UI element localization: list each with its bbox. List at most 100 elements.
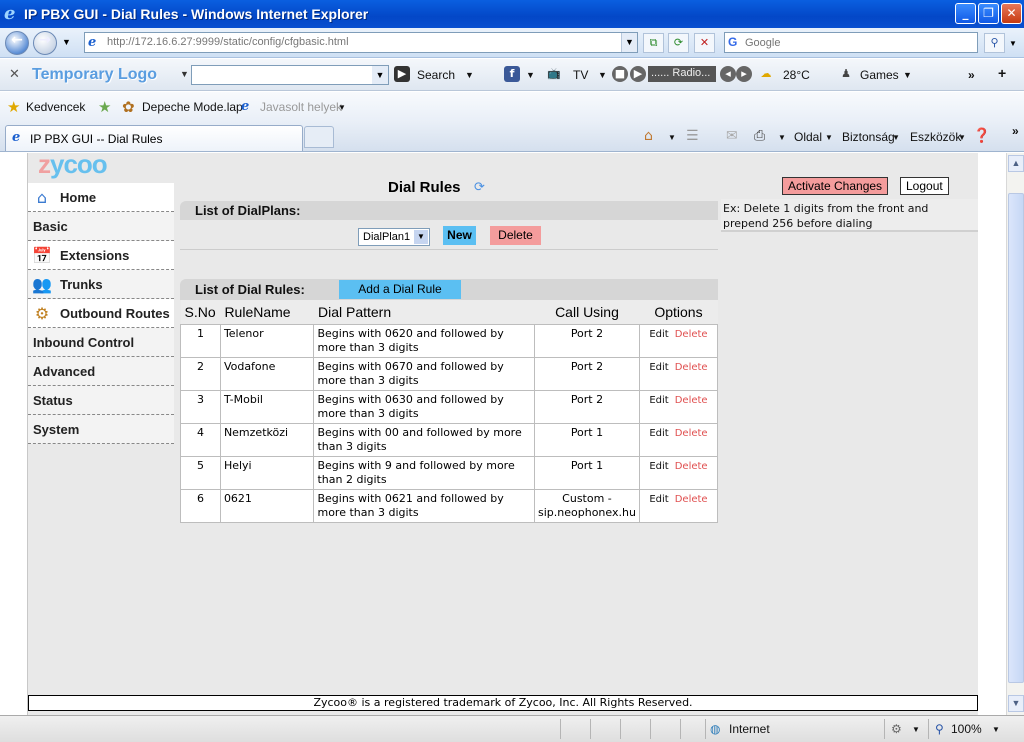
favorites-star-icon[interactable]: ★: [7, 98, 20, 116]
zoom-dropdown-icon[interactable]: ▼: [992, 725, 1000, 734]
sidebar-item-basic[interactable]: Basic: [28, 212, 174, 241]
protected-mode-icon[interactable]: ⚙: [891, 722, 902, 736]
favorite-link-depeche[interactable]: Depeche Mode.lap: [142, 100, 243, 114]
search-dropdown-icon[interactable]: ▼: [465, 70, 474, 80]
scroll-thumb[interactable]: [1008, 193, 1024, 683]
add-favorite-icon[interactable]: ★: [98, 98, 111, 116]
search-field[interactable]: G: [724, 32, 978, 53]
print-icon[interactable]: ⎙: [754, 128, 765, 144]
zoom-icon: ⚲: [935, 722, 944, 736]
games-dropdown-icon[interactable]: ▼: [903, 70, 912, 80]
edit-link[interactable]: Edit: [649, 461, 668, 472]
search-input[interactable]: [745, 34, 975, 51]
stop-icon[interactable]: ✕: [694, 33, 715, 53]
add-dial-rule-button[interactable]: Add a Dial Rule: [339, 280, 461, 299]
toolbar-close-icon[interactable]: ✕: [9, 67, 20, 82]
minimize-button[interactable]: _: [955, 3, 976, 24]
toolbar-search-input[interactable]: ▼: [191, 65, 389, 85]
activate-changes-button[interactable]: Activate Changes: [782, 177, 889, 195]
history-dropdown-icon[interactable]: ▼: [62, 37, 71, 47]
toolbar-add-icon[interactable]: +: [998, 65, 1006, 81]
edit-link[interactable]: Edit: [649, 494, 668, 505]
tv-icon[interactable]: 📺: [540, 66, 568, 82]
search-options-icon[interactable]: ▼: [1009, 39, 1017, 48]
delete-link[interactable]: Delete: [675, 428, 708, 439]
logout-button[interactable]: Logout: [900, 177, 949, 195]
scroll-up-icon[interactable]: ▲: [1008, 155, 1024, 172]
tv-label[interactable]: TV: [573, 68, 588, 82]
radio-station-select[interactable]: ...... Radio...: [648, 66, 716, 82]
delete-link[interactable]: Delete: [675, 362, 708, 373]
weather-temp[interactable]: 28°C: [783, 68, 810, 82]
edit-link[interactable]: Edit: [649, 329, 668, 340]
delete-link[interactable]: Delete: [675, 461, 708, 472]
sidebar-item-status[interactable]: Status: [28, 386, 174, 415]
refresh-rules-icon[interactable]: ⟳: [474, 180, 485, 195]
refresh-icon[interactable]: ⟳: [668, 33, 689, 53]
sidebar-item-advanced[interactable]: Advanced: [28, 357, 174, 386]
favorite-link-suggested[interactable]: Javasolt helyek: [260, 100, 342, 114]
protected-dropdown-icon[interactable]: ▼: [912, 725, 920, 734]
print-dropdown-icon[interactable]: ▼: [778, 133, 786, 142]
address-field[interactable]: e http://172.16.6.27:9999/static/config/…: [84, 32, 638, 53]
close-window-button[interactable]: ✕: [1001, 3, 1022, 24]
sidebar-item-trunks[interactable]: 👥 Trunks: [28, 270, 174, 299]
tab-active[interactable]: e IP PBX GUI -- Dial Rules: [5, 125, 303, 151]
safety-dropdown-icon[interactable]: ▼: [892, 133, 900, 142]
sidebar-item-extensions[interactable]: 📅 Extensions: [28, 241, 174, 270]
sidebar-item-system[interactable]: System: [28, 415, 174, 444]
tools-menu[interactable]: Eszközök: [910, 130, 961, 144]
sidebar-item-home[interactable]: ⌂ Home: [28, 183, 174, 212]
radio-stop-icon[interactable]: ■: [612, 66, 628, 82]
weather-icon[interactable]: ☁: [758, 66, 774, 82]
toolbar-logo[interactable]: Temporary Logo: [32, 66, 157, 84]
toolbar-search-icon[interactable]: ▶: [394, 66, 410, 82]
mail-icon[interactable]: ✉: [726, 128, 738, 144]
search-go-icon[interactable]: ⚲: [984, 33, 1005, 53]
delete-dialplan-button[interactable]: Delete: [490, 226, 541, 245]
forward-button[interactable]: →: [33, 31, 57, 55]
maximize-button[interactable]: ❐: [978, 3, 999, 24]
safety-menu[interactable]: Biztonság: [842, 130, 895, 144]
sidebar-item-outbound-routes[interactable]: ⚙ Outbound Routes: [28, 299, 174, 328]
compat-view-icon[interactable]: ⧉: [643, 33, 664, 53]
security-zone[interactable]: Internet: [729, 722, 770, 736]
dialplan-select[interactable]: DialPlan1 ▼: [358, 228, 430, 246]
feeds-icon[interactable]: ☰: [686, 128, 699, 144]
games-label[interactable]: Games: [860, 68, 899, 82]
home-page-icon[interactable]: ⌂: [644, 128, 653, 144]
edit-link[interactable]: Edit: [649, 362, 668, 373]
suggested-dropdown-icon[interactable]: ▼: [338, 103, 346, 112]
scroll-down-icon[interactable]: ▼: [1008, 695, 1024, 712]
volume-up-icon[interactable]: ▸: [736, 66, 752, 82]
page-menu[interactable]: Oldal: [794, 130, 822, 144]
logo-dropdown-icon[interactable]: ▼: [180, 69, 189, 79]
toolbar-search-label[interactable]: Search: [417, 68, 455, 82]
new-tab-button[interactable]: [304, 126, 334, 148]
delete-link[interactable]: Delete: [675, 494, 708, 505]
edit-link[interactable]: Edit: [649, 428, 668, 439]
toolbar-overflow-icon[interactable]: »: [968, 68, 975, 82]
home-dropdown-icon[interactable]: ▼: [668, 133, 676, 142]
help-icon[interactable]: ❓: [973, 128, 990, 144]
cell-pattern: Begins with 0670 and followed by more th…: [313, 356, 536, 391]
delete-link[interactable]: Delete: [675, 329, 708, 340]
sidebar-item-inbound-control[interactable]: Inbound Control: [28, 328, 174, 357]
tools-dropdown-icon[interactable]: ▼: [958, 133, 966, 142]
zoom-level[interactable]: 100%: [951, 722, 982, 736]
facebook-dropdown-icon[interactable]: ▼: [526, 70, 535, 80]
volume-down-icon[interactable]: ◂: [720, 66, 736, 82]
facebook-icon[interactable]: f: [504, 66, 520, 82]
tv-dropdown-icon[interactable]: ▼: [598, 70, 607, 80]
page-menu-dropdown-icon[interactable]: ▼: [825, 133, 833, 142]
address-dropdown-icon[interactable]: ▼: [621, 33, 637, 52]
edit-link[interactable]: Edit: [649, 395, 668, 406]
vertical-scrollbar[interactable]: ▲ ▼: [1006, 153, 1024, 715]
games-icon[interactable]: ♟: [838, 66, 854, 82]
radio-play-icon[interactable]: ▶: [630, 66, 646, 82]
new-dialplan-button[interactable]: New: [443, 226, 476, 245]
favorites-button[interactable]: Kedvencek: [26, 100, 85, 114]
delete-link[interactable]: Delete: [675, 395, 708, 406]
commandbar-overflow-icon[interactable]: »: [1012, 124, 1019, 138]
back-button[interactable]: ←: [5, 31, 29, 55]
